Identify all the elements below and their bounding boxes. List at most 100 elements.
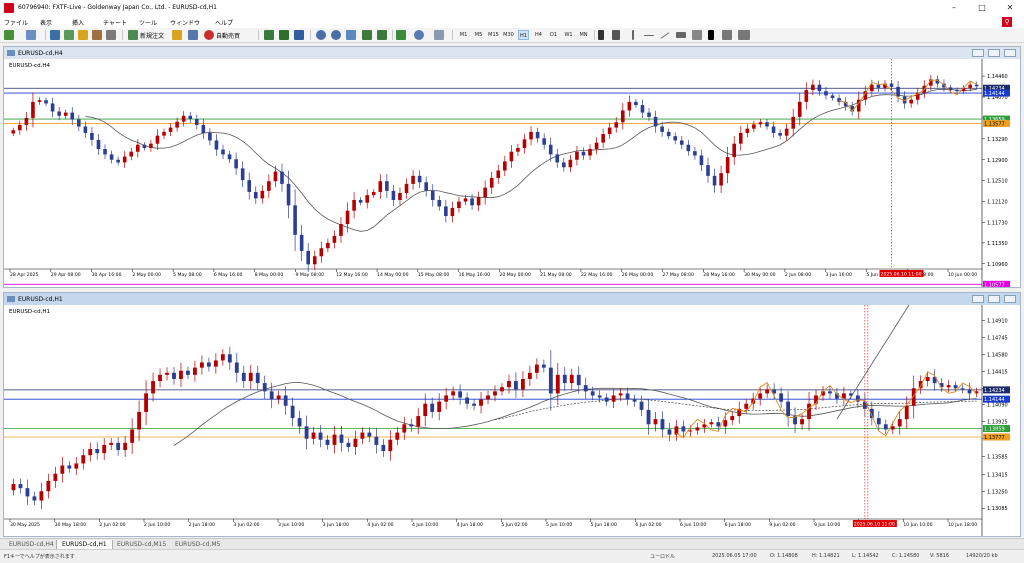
menu-help[interactable]: ヘルプ [215, 18, 233, 27]
candle-body [319, 248, 324, 257]
trendline-icon[interactable] [660, 32, 670, 39]
candle-body [374, 436, 379, 445]
line-chart-icon[interactable] [294, 30, 304, 40]
candle-body [807, 403, 811, 420]
candle-body [529, 131, 533, 140]
new-order-icon[interactable] [128, 30, 138, 40]
profiles-icon[interactable] [26, 30, 36, 40]
close-icon[interactable]: ✕ [996, 0, 1024, 16]
strategy-tester-icon[interactable] [106, 30, 116, 40]
candle-body [318, 432, 323, 440]
menu-tools[interactable]: ツール [139, 18, 157, 27]
tile-windows-icon[interactable] [346, 30, 356, 40]
tab-eurusd-m15[interactable]: EURUSD-cd,M15 [112, 540, 171, 549]
maximize-icon[interactable] [988, 295, 1000, 303]
tab-eurusd-h4[interactable]: EURUSD-cd,H4 [4, 540, 59, 549]
x-tick-label: 5 May 08:00 [173, 272, 202, 278]
status-help-text: F1キーでヘルプが表示されます [4, 554, 75, 560]
cursor-time-label: 2025.06.10 11:00 [854, 522, 895, 528]
candle-body [925, 376, 930, 382]
x-tick-label: 20 May 00:00 [499, 272, 531, 278]
x-tick-label: 8 May 00:00 [255, 272, 284, 278]
chart-window-h1[interactable]: EURUSD-cd,H1 EURUSD-cd,H1 1.14910 1.14745 1… [3, 292, 1021, 537]
candle-body [562, 374, 567, 384]
timeframe-m15[interactable]: M15 [488, 30, 499, 40]
autoscroll-icon[interactable] [362, 30, 372, 40]
channel-icon[interactable] [676, 32, 686, 38]
price-chart-h4[interactable]: EURUSD-cd,H41.144601.140701.136801.13290… [4, 59, 1020, 287]
menu-window[interactable]: ウィンドウ [170, 18, 200, 27]
navigator-icon[interactable] [78, 30, 88, 40]
templates-icon[interactable] [434, 30, 444, 40]
candle-body [604, 397, 609, 402]
timeframe-w1[interactable]: W1 [563, 30, 574, 40]
expert-icon[interactable] [188, 30, 198, 40]
candle-body [870, 84, 874, 92]
zoom-out-icon[interactable] [331, 30, 341, 40]
timeframe-h1[interactable]: H1 [518, 30, 529, 40]
vertical-line-icon[interactable] [632, 30, 634, 40]
cursor-icon[interactable] [598, 30, 604, 40]
candle-body [590, 391, 595, 396]
candle-body [430, 403, 435, 412]
candle-body [25, 488, 30, 497]
candle-body [260, 190, 265, 199]
candle-body [632, 399, 637, 402]
x-tick-label: 30 May 18:00 [55, 522, 87, 528]
indicators-icon[interactable] [396, 30, 406, 40]
auto-trade-icon[interactable] [204, 30, 214, 40]
chart-shift-icon[interactable] [377, 30, 387, 40]
zoom-in-icon[interactable] [316, 30, 326, 40]
metaeditor-icon[interactable] [172, 30, 182, 40]
price-chart-h1[interactable]: EURUSD-cd,H1 1.14910 1.14745 1.14580 1.14415… [4, 305, 1020, 536]
candle-body [253, 191, 258, 199]
candle-body [248, 372, 253, 382]
bar-chart-icon[interactable] [264, 30, 274, 40]
close-icon[interactable] [1004, 49, 1016, 57]
text-tool-icon[interactable] [708, 30, 714, 40]
menu-insert[interactable]: 挿入 [72, 18, 84, 27]
timeframe-h4[interactable]: H4 [533, 30, 544, 40]
candle-body [883, 424, 888, 430]
timeframe-mn[interactable]: MN [578, 30, 589, 40]
x-tick-label: 15 May 08:00 [418, 272, 450, 278]
menu-view[interactable]: 表示 [40, 18, 52, 27]
fibonacci-icon[interactable] [692, 30, 702, 40]
tab-eurusd-m5[interactable]: EURUSD-cd,M5 [170, 540, 225, 549]
timeframe-m1[interactable]: M1 [458, 30, 469, 40]
timeframe-m30[interactable]: M30 [503, 30, 514, 40]
minimize-icon[interactable]: – [940, 0, 968, 16]
timeframe-m5[interactable]: M5 [473, 30, 484, 40]
candle-body [352, 199, 356, 211]
minimize-icon[interactable] [972, 295, 984, 303]
candle-body [507, 381, 511, 388]
menu-file[interactable]: ファイル [4, 18, 28, 27]
timeframe-d1[interactable]: D1 [548, 30, 559, 40]
candlestick-icon[interactable] [279, 30, 289, 40]
close-icon[interactable] [1004, 295, 1016, 303]
market-watch-icon[interactable] [50, 30, 60, 40]
search-icon[interactable]: ⚲ [1002, 17, 1012, 27]
data-window-icon[interactable] [64, 30, 74, 40]
candle-body [339, 224, 343, 236]
periods-icon[interactable] [414, 30, 424, 40]
maximize-icon[interactable]: □ [968, 0, 996, 16]
auto-trade-button[interactable]: 自動売買 [216, 31, 240, 40]
maximize-icon[interactable] [988, 49, 1000, 57]
toolbar: 新規注文 自動売買 M1 M5 M15 M30 H1 H4 D1 W1 MN [0, 28, 1024, 43]
chart-window-h4[interactable]: EURUSD-cd,H4 EURUSD-cd,H4 1.14460 1.14070 1… [3, 46, 1021, 288]
minimize-icon[interactable] [972, 49, 984, 57]
candle-body [269, 391, 274, 400]
new-order-button[interactable]: 新規注文 [140, 31, 164, 40]
terminal-icon[interactable] [92, 30, 102, 40]
horizontal-line-icon[interactable] [644, 35, 654, 36]
new-chart-icon[interactable] [4, 30, 14, 40]
arrows-icon[interactable] [738, 30, 750, 40]
menu-chart[interactable]: チャート [103, 18, 127, 27]
candle-body [706, 165, 710, 176]
status-open: O: 1.14808 [770, 553, 798, 559]
candle-body [437, 401, 442, 412]
candle-body [712, 175, 717, 186]
crosshair-icon[interactable] [612, 30, 620, 40]
label-tool-icon[interactable] [722, 30, 732, 40]
